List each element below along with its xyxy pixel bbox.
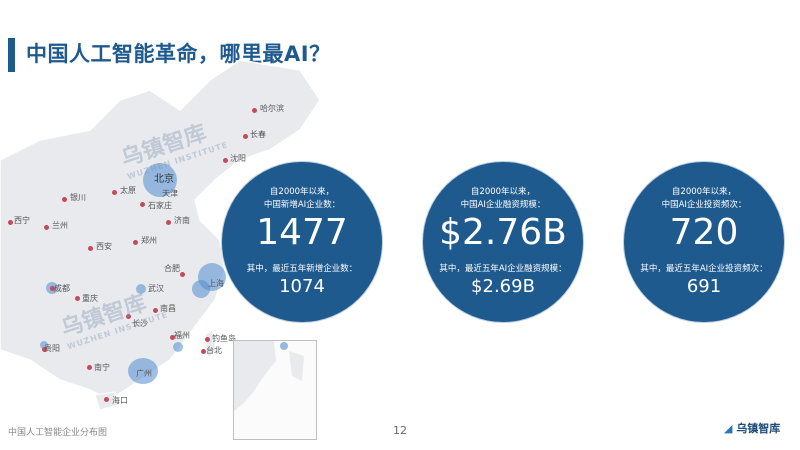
city-shenyang: 沈阳 — [230, 154, 246, 163]
city-xining: 西宁 — [14, 216, 30, 225]
stat-sub-label: 其中，最近五年AI企业融资规模： — [439, 264, 567, 274]
stat-sub-label: 其中，最近五年新增企业数： — [246, 264, 358, 274]
city-taiyuan: 太原 — [120, 186, 136, 195]
city-dot — [75, 296, 80, 301]
stat-value: 720 — [669, 212, 739, 253]
city-taipei: 台北 — [206, 346, 222, 355]
stat-line1: 自2000年以来， — [470, 187, 536, 197]
city-dot — [112, 190, 117, 195]
city-chengdu: 成都 — [54, 284, 70, 293]
city-shijiazhuang: 石家庄 — [148, 201, 172, 210]
footer-logo: ◢ 乌镇智库 — [724, 420, 780, 436]
stat-sub-value: 691 — [686, 276, 722, 297]
city-dot — [44, 225, 49, 230]
city-hefei: 合肥 — [164, 264, 180, 273]
logo-text: 乌镇智库 — [736, 422, 781, 435]
city-tianjin: 天津 — [162, 189, 178, 198]
city-dot — [88, 246, 93, 251]
city-haikou: 海口 — [112, 396, 128, 405]
stat-line2: 中国AI企业投资频次： — [661, 200, 747, 210]
city-dot — [243, 134, 248, 139]
city-changchun: 长春 — [250, 130, 266, 139]
city-beijing: 北京 — [154, 174, 174, 185]
city-dot — [104, 397, 109, 402]
stat-sub-label: 其中，最近五年AI企业投资频次： — [640, 264, 768, 274]
city-dot — [62, 197, 67, 202]
stat-circle-funding: 自2000年以来， 中国AI企业融资规模： $2.76B 其中，最近五年AI企业… — [423, 162, 583, 322]
city-nanning: 南宁 — [94, 363, 110, 372]
city-dot — [180, 272, 185, 277]
city-guiyang: 贵阳 — [44, 344, 60, 353]
stat-line1: 自2000年以来， — [671, 187, 737, 197]
city-dot — [87, 365, 92, 370]
stat-value: 1477 — [256, 212, 348, 253]
inset-map — [234, 341, 304, 411]
city-zhengzhou: 郑州 — [141, 236, 157, 245]
city-harbin: 哈尔滨 — [260, 104, 284, 113]
city-lanzhou: 兰州 — [52, 221, 68, 230]
city-dot — [140, 202, 145, 207]
stat-line2: 中国新增AI企业数： — [263, 200, 341, 210]
city-guangzhou: 广州 — [136, 369, 152, 378]
bubble-small-1 — [173, 342, 183, 352]
stat-circle-companies: 自2000年以来， 中国新增AI企业数： 1477 其中，最近五年新增企业数： … — [222, 162, 382, 322]
stat-value: $2.76B — [439, 212, 567, 253]
city-xian: 西安 — [96, 242, 112, 251]
city-dot — [8, 220, 13, 225]
figure-caption: 中国人工智能企业分布图 — [8, 428, 108, 438]
south-china-sea-inset — [233, 340, 317, 440]
stat-circle-investments: 自2000年以来， 中国AI企业投资频次： 720 其中，最近五年AI企业投资频… — [624, 162, 784, 322]
city-yinchuan: 银川 — [70, 193, 86, 202]
city-dot — [166, 220, 171, 225]
stat-sub-value: 1074 — [279, 276, 325, 297]
stat-sub-value: $2.69B — [471, 276, 535, 297]
city-dot — [133, 240, 138, 245]
city-dot — [223, 158, 228, 163]
city-fuzhou: 福州 — [174, 331, 190, 340]
city-dot — [205, 337, 210, 342]
city-dot — [252, 108, 257, 113]
city-jinan: 济南 — [174, 216, 190, 225]
page-number: 12 — [393, 424, 407, 437]
stat-line2: 中国AI企业融资规模： — [460, 200, 546, 210]
logo-icon: ◢ — [724, 422, 733, 435]
stat-line1: 自2000年以来， — [269, 187, 335, 197]
